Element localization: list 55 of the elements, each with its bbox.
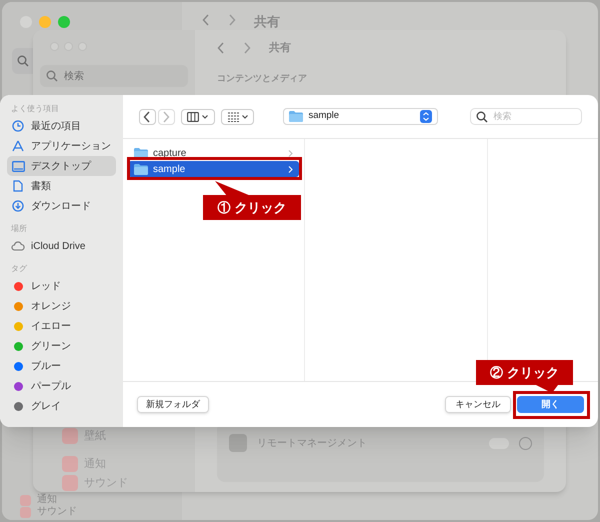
sidebar-item[interactable]: イエロー — [7, 316, 116, 336]
desktop-icon — [12, 160, 24, 172]
new-folder-button[interactable]: 新規フォルダ — [137, 396, 209, 413]
app-store-icon — [12, 140, 24, 152]
folder-icon — [289, 111, 304, 122]
callout-pointer — [536, 385, 558, 393]
sidebar-item[interactable]: アプリケーション — [7, 136, 116, 156]
download-icon — [12, 200, 24, 212]
forward-chevron-icon[interactable] — [228, 14, 236, 26]
cloud-icon — [11, 241, 25, 251]
sidebar-heading: タグ — [10, 263, 28, 275]
search-icon — [46, 70, 58, 82]
grid-icon — [228, 112, 239, 122]
sidebar-item[interactable]: ブルー — [7, 356, 116, 376]
window-title: 共有 — [269, 40, 291, 56]
back-button[interactable] — [139, 108, 156, 124]
open-button[interactable]: 開く — [517, 396, 584, 413]
info-icon[interactable] — [519, 436, 532, 450]
sidebar-heading: 場所 — [10, 223, 28, 235]
forward-chevron-icon[interactable] — [243, 42, 251, 54]
sidebar-item[interactable]: 最近の項目 — [7, 116, 116, 136]
sidebar-item[interactable]: グレイ — [7, 396, 116, 416]
sidebar-item[interactable]: グリーン — [7, 336, 116, 356]
chevron-right-icon — [288, 166, 293, 172]
toggle-switch[interactable] — [489, 438, 509, 448]
caret-icon — [242, 114, 248, 118]
sidebar-item[interactable]: デスクトップ — [7, 156, 116, 176]
location-popup[interactable]: sample — [283, 108, 438, 125]
sidebar-heading: よく使う項目 — [10, 103, 60, 115]
group-button[interactable] — [220, 108, 254, 124]
stepper-icon — [420, 110, 432, 123]
view-mode-button[interactable] — [180, 108, 215, 124]
window-title: 共有 — [254, 13, 280, 31]
folder-icon — [134, 164, 148, 174]
sidebar-item[interactable]: オレンジ — [7, 296, 116, 316]
folder-row[interactable]: sample — [128, 161, 299, 177]
sidebar-item[interactable]: 書類 — [7, 176, 116, 196]
sidebar-item[interactable]: レッド — [7, 276, 116, 296]
document-icon — [13, 180, 23, 192]
sidebar-item[interactable]: ダウンロード — [7, 196, 116, 216]
sidebar-item[interactable]: iCloud Drive — [7, 236, 116, 256]
search-icon — [476, 110, 488, 122]
search-icon — [16, 55, 28, 67]
clock-icon — [12, 120, 24, 132]
columns-icon — [187, 112, 200, 122]
sidebar-item[interactable]: パープル — [7, 376, 116, 396]
section-title: コンテンツとメディア — [217, 72, 308, 84]
back-chevron-icon[interactable] — [143, 110, 152, 122]
caret-icon — [202, 114, 208, 118]
search-field[interactable] — [12, 48, 33, 74]
forward-chevron-icon[interactable] — [162, 110, 170, 122]
chevron-right-icon — [288, 150, 293, 156]
folder-icon — [134, 148, 148, 158]
cancel-button[interactable]: キャンセル — [445, 396, 511, 413]
folder-row[interactable]: capture — [128, 145, 299, 161]
